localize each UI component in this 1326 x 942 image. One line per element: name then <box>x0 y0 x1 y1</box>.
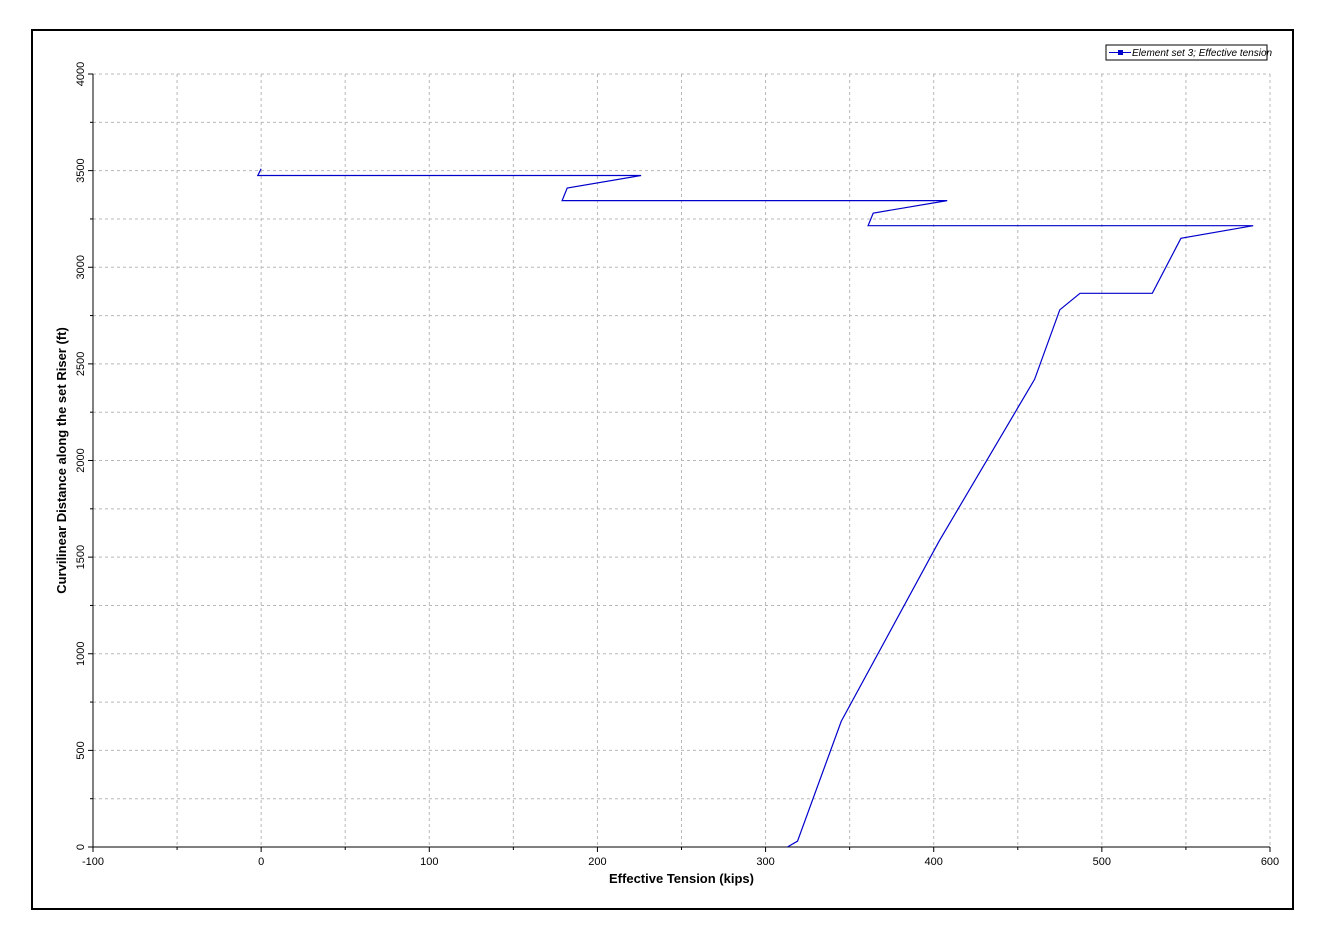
x-tick-label: 100 <box>420 856 438 868</box>
legend-entry-label: Element set 3; Effective tension <box>1132 48 1273 59</box>
x-tick-label: 200 <box>588 856 606 868</box>
y-tick-label: 2500 <box>75 352 87 376</box>
x-tick-label: 300 <box>756 856 774 868</box>
x-axis-title: Effective Tension (kips) <box>609 871 754 886</box>
axes: -100 0 100 200 300 400 500 600 0 500 1000 1500 2000 2… <box>75 62 1279 868</box>
y-tick-label: 4000 <box>75 62 87 86</box>
y-tick-label: 3500 <box>75 158 87 182</box>
grid <box>93 73 1271 847</box>
legend-marker <box>1118 50 1123 55</box>
x-tick-label: -100 <box>82 856 104 868</box>
y-tick-label: 1000 <box>75 642 87 666</box>
y-tick-label: 1500 <box>75 545 87 569</box>
legend: Element set 3; Effective tension <box>1105 44 1273 61</box>
chart: -100 0 100 200 300 400 500 600 0 500 1000 1500 2000 2… <box>54 44 1279 886</box>
y-tick-label: 3000 <box>75 255 87 279</box>
series-layer <box>256 168 1254 848</box>
x-tick-label: 400 <box>925 856 943 868</box>
series-line <box>256 168 1254 848</box>
y-axis-title: Curvilinear Distance along the set Riser… <box>54 327 69 594</box>
y-tick-label: 500 <box>75 741 87 759</box>
y-tick-label: 0 <box>75 844 87 850</box>
x-tick-label: 500 <box>1093 856 1111 868</box>
x-tick-label: 0 <box>258 856 264 868</box>
x-tick-label: 600 <box>1261 856 1279 868</box>
y-tick-label: 2000 <box>75 448 87 472</box>
